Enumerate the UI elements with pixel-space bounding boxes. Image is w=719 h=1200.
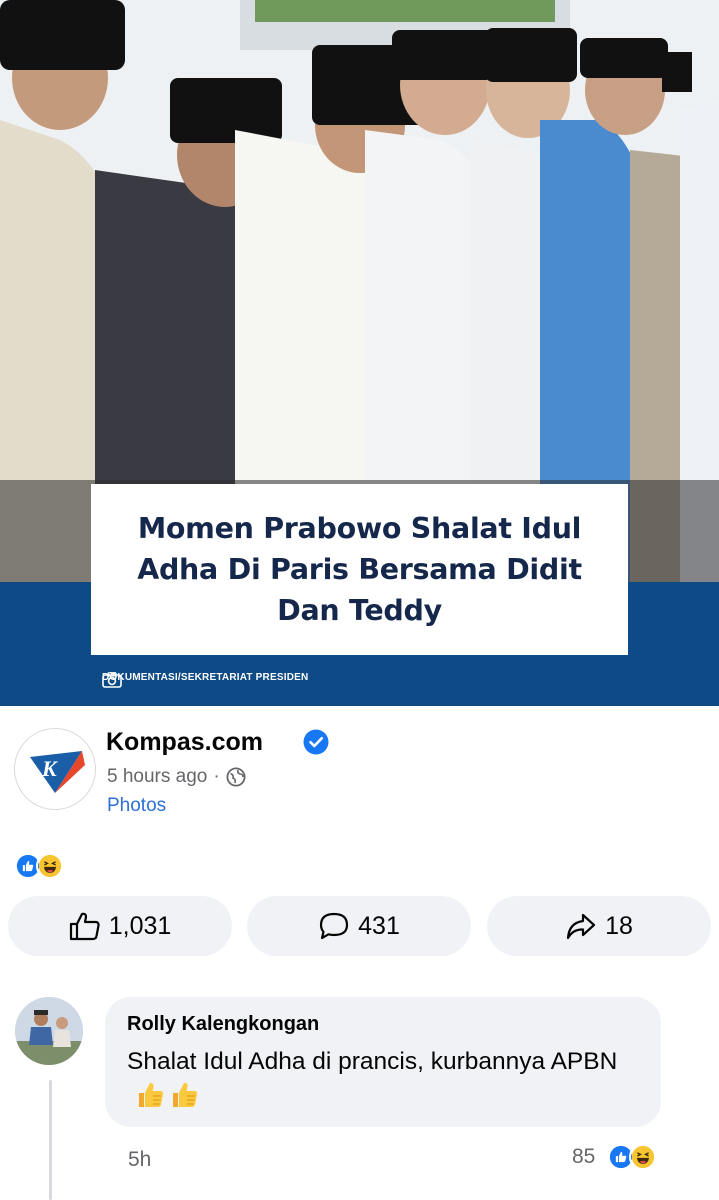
credit-text: DOKUMENTASI/SEKRETARIAT PRESIDEN [102, 672, 309, 683]
headline-card: Momen Prabowo Shalat Idul Adha Di Paris … [91, 484, 628, 655]
post-meta: 5 hours ago · [107, 766, 246, 788]
headline-text: Momen Prabowo Shalat Idul Adha Di Paris … [137, 512, 582, 627]
post-header: K Kompas.com 5 hours ago · Photos [0, 706, 719, 846]
like-button[interactable]: 1,031 [8, 896, 232, 956]
svg-text:K: K [41, 756, 58, 781]
share-button[interactable]: 18 [487, 896, 711, 956]
commenter-name[interactable]: Rolly Kalengkongan [127, 1013, 639, 1036]
commenter-avatar[interactable] [15, 997, 83, 1065]
like-count: 1,031 [108, 911, 172, 940]
comment-icon [320, 912, 349, 940]
verified-badge-icon [303, 729, 329, 755]
comment-reaction-count: 85 [572, 1145, 596, 1168]
share-arrow-icon [566, 913, 596, 940]
comment-time[interactable]: 5h [128, 1148, 151, 1172]
page-avatar[interactable]: K [14, 728, 96, 810]
commenter-photo [15, 997, 83, 1065]
comment-reactions[interactable]: 85 [572, 1143, 658, 1171]
globe-icon[interactable] [226, 767, 246, 787]
comment-body: Shalat Idul Adha di prancis, kurbannya A… [127, 1044, 639, 1116]
kompas-logo-icon: K [30, 751, 85, 793]
share-count: 18 [605, 911, 633, 940]
post-actions: 1,031 431 18 [0, 896, 719, 956]
comment-text: Shalat Idul Adha di prancis, kurbannya A… [127, 1048, 618, 1075]
thread-line [49, 1080, 52, 1200]
post-photo[interactable]: Momen Prabowo Shalat Idul Adha Di Paris … [0, 0, 719, 706]
page-name[interactable]: Kompas.com [106, 728, 263, 757]
comment-count: 431 [358, 911, 400, 940]
camera-icon [102, 672, 122, 688]
comment-bubble[interactable]: Rolly Kalengkongan Shalat Idul Adha di p… [105, 997, 661, 1127]
comment-button[interactable]: 431 [247, 896, 471, 956]
post-reactions[interactable] [14, 852, 64, 880]
photos-link[interactable]: Photos [107, 795, 166, 817]
photo-credit: DOKUMENTASI/SEKRETARIAT PRESIDEN [102, 672, 309, 688]
haha-reaction-icon [36, 852, 64, 880]
meta-separator: · [213, 766, 220, 787]
haha-reaction-icon [629, 1143, 658, 1171]
thumbs-up-icon [69, 912, 100, 941]
thumbs-up-emoji-icon [173, 1082, 198, 1107]
post-time[interactable]: 5 hours ago [107, 766, 207, 788]
thumbs-up-emoji-icon [139, 1082, 164, 1107]
